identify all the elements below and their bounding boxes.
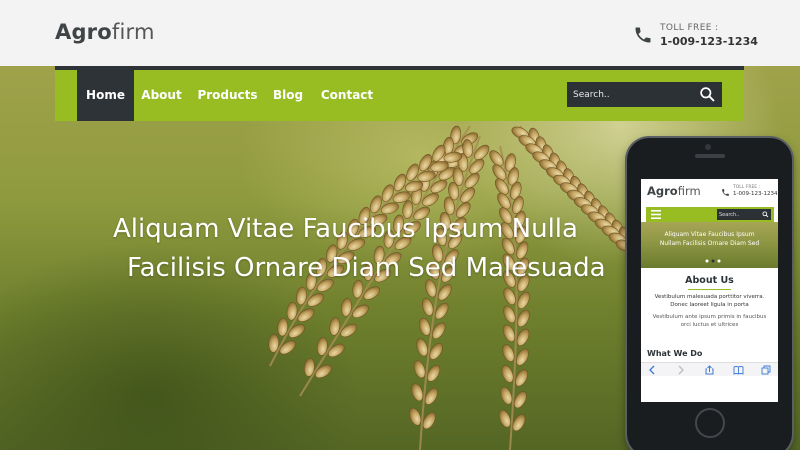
home-button	[695, 408, 725, 438]
mobile-about-text-1: Vestibulum malesuada porttitor viverra. …	[654, 294, 765, 308]
mobile-search-input	[719, 209, 759, 220]
rice-grain	[422, 192, 439, 207]
rice-grain	[498, 409, 511, 428]
mobile-browser-toolbar	[641, 362, 778, 376]
main-navigation: Home About Products Blog Contact	[55, 66, 744, 121]
mobile-search-box	[717, 209, 771, 220]
rice-grain	[409, 407, 422, 426]
mobile-toll-number: 1-009-123-1234	[733, 191, 778, 197]
mobile-logo-bold: Agro	[647, 184, 678, 198]
rice-grain	[419, 317, 431, 336]
logo-bold: Agro	[55, 20, 112, 44]
mobile-hero-line-2: Nullam Facilisis Ornare Diam Sed	[659, 240, 760, 247]
rice-grain	[501, 365, 514, 383]
nav-item-products[interactable]: Products	[195, 70, 260, 121]
rice-grain	[503, 287, 516, 306]
rice-grain	[430, 179, 448, 194]
search-icon[interactable]	[699, 86, 716, 103]
site-logo[interactable]: Agrofirm	[55, 20, 155, 44]
mobile-hero-headline: Aliquam Vitae Faucibus Ipsum Nullam Faci…	[641, 230, 778, 248]
mobile-about-text-2: Vestibulum ante ipsum primis in faucibus…	[652, 314, 767, 328]
rice-grain	[352, 304, 369, 319]
share-icon	[705, 365, 714, 375]
about-underline	[688, 289, 731, 290]
forward-arrow-icon	[678, 365, 684, 375]
search-input[interactable]	[573, 82, 688, 107]
rice-grain	[411, 383, 424, 402]
phone-earpiece	[695, 154, 725, 158]
slider-dots	[705, 259, 721, 263]
mobile-phone-icon	[722, 189, 729, 196]
mobile-logo-light: firm	[677, 184, 701, 198]
mobile-toll-label: TOLL FREE :	[733, 185, 761, 190]
site-header: Agrofirm TOLL FREE : 1-009-123-1234	[0, 0, 800, 66]
rice-grain	[517, 291, 530, 310]
phone-screen: Agrofirm TOLL FREE : 1-009-123-1234 Aliq…	[641, 179, 778, 402]
mobile-logo: Agrofirm	[647, 184, 701, 198]
mobile-what-we-do-title: What We Do	[647, 349, 703, 358]
rice-grain	[500, 386, 513, 405]
toll-free-number: 1-009-123-1234	[660, 35, 758, 48]
rice-grain	[502, 324, 516, 343]
rice-grain	[327, 343, 345, 358]
smartphone-mockup: Agrofirm TOLL FREE : 1-009-123-1234 Aliq…	[627, 138, 792, 450]
rice-grain	[421, 297, 434, 317]
rice-grain	[297, 308, 315, 323]
nav-item-about[interactable]: About	[134, 70, 189, 121]
mobile-about-title: About Us	[685, 275, 734, 286]
nav-item-home[interactable]: Home	[77, 70, 134, 121]
rice-grain	[517, 309, 530, 328]
rice-grain	[413, 360, 426, 379]
hamburger-menu-icon	[651, 210, 661, 219]
mobile-hero-line-1: Aliquam Vitae Faucibus Ipsum	[664, 231, 755, 238]
search-box	[567, 82, 722, 107]
rice-grain	[502, 344, 515, 362]
hero-line-1: Aliquam Vitae Faucibus Ipsum Nulla	[113, 214, 578, 244]
mobile-search-icon	[762, 211, 769, 218]
rice-grain	[416, 338, 428, 357]
phone-camera	[705, 144, 711, 150]
nav-item-blog[interactable]: Blog	[267, 70, 309, 121]
hero-line-2: Facilisis Ornare Diam Sed Malesuada	[127, 253, 606, 283]
logo-light: firm	[111, 20, 155, 44]
back-arrow-icon	[649, 365, 655, 375]
phone-icon	[635, 27, 651, 43]
rice-grain	[340, 323, 358, 338]
tabs-icon	[761, 365, 771, 375]
nav-item-contact[interactable]: Contact	[317, 70, 377, 121]
rice-grain	[315, 364, 332, 379]
bookmarks-icon	[733, 366, 744, 375]
rice-grain	[503, 305, 516, 324]
mobile-hero: Aliquam Vitae Faucibus Ipsum Nullam Faci…	[641, 222, 778, 268]
rice-grain	[307, 293, 324, 307]
toll-free-label: TOLL FREE :	[660, 23, 719, 33]
mobile-nav	[646, 207, 774, 222]
